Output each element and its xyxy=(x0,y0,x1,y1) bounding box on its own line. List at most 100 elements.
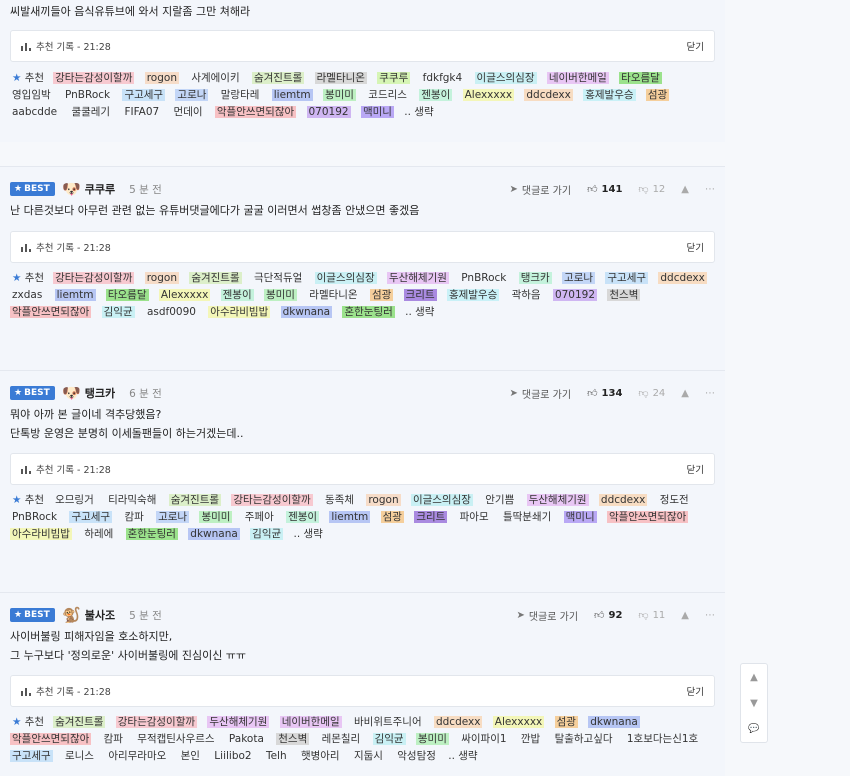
recommender-tag[interactable]: 070192 xyxy=(552,289,598,301)
recommender-tag[interactable]: 숨겨진트롤 xyxy=(168,494,222,506)
thumbs-up-icon[interactable]: 👍︎ xyxy=(587,387,597,399)
recommender-tag[interactable]: liemtm xyxy=(54,289,96,301)
recommender-tag[interactable]: 김익균 xyxy=(372,733,406,745)
recommender-tag[interactable]: ddcdexx xyxy=(658,272,707,284)
recommender-tag[interactable]: 홍제발우승 xyxy=(583,89,636,101)
recommender-tag[interactable]: 혼한눈팅러 xyxy=(125,528,178,540)
nickname[interactable]: 불사조 xyxy=(85,607,115,623)
recommender-tag[interactable]: 악플안쓰면되잖아 xyxy=(606,511,689,523)
recommender-tag[interactable]: 깐밥 xyxy=(519,733,542,745)
go-to-reply-link[interactable]: 댓글로 가기 xyxy=(522,182,571,197)
close-button[interactable]: 닫기 xyxy=(687,462,704,476)
recommender-tag[interactable]: 무적캡틴사우르스 xyxy=(135,733,216,745)
avatar[interactable]: 🐒 xyxy=(62,605,82,625)
recommender-tag[interactable]: 아리무라마오 xyxy=(106,750,168,762)
recommender-tag[interactable]: 구고세구 xyxy=(10,750,53,762)
avatar[interactable]: 🐶 xyxy=(62,179,82,199)
more-tags[interactable]: .. 생략 xyxy=(448,750,477,762)
recommender-tag[interactable]: 젠봉이 xyxy=(220,289,254,301)
recommender-tag[interactable]: 구고세구 xyxy=(69,511,113,523)
recommender-tag[interactable]: Alexxxxx xyxy=(462,89,515,101)
recommender-tag[interactable]: 악성탐정 xyxy=(395,750,438,762)
recommender-tag[interactable]: 캄파 xyxy=(122,511,145,523)
recommender-tag[interactable]: ddcdexx xyxy=(524,89,573,101)
scroll-up-icon[interactable]: ▲ xyxy=(750,672,758,683)
recommender-tag[interactable]: 본인 xyxy=(179,750,202,762)
recommender-tag[interactable]: 강타는감성이할까 xyxy=(53,72,135,84)
recommender-tag[interactable]: rogon xyxy=(144,72,179,84)
recommender-tag[interactable]: 곽하음 xyxy=(510,289,543,301)
recommender-tag[interactable]: 쿠쿠루 xyxy=(377,72,411,84)
recommender-tag[interactable]: 악플안쓰면되잖아 xyxy=(10,733,92,745)
recommender-tag[interactable]: 네이버한메일 xyxy=(279,716,342,728)
recommender-tag[interactable]: FIFA07 xyxy=(122,106,161,118)
recommender-tag[interactable]: 숨겨진트롤 xyxy=(251,72,305,84)
recommender-tag[interactable]: 악플안쓰면되잖아 xyxy=(214,106,297,118)
recommender-tag[interactable]: PnBRock xyxy=(10,511,59,523)
recommender-tag[interactable]: ddcdexx xyxy=(433,716,483,728)
recommender-tag[interactable]: 바비위트주니어 xyxy=(352,716,424,728)
recommender-tag[interactable]: 혼한눈팅러 xyxy=(342,306,395,318)
recommender-tag[interactable]: PnBRock xyxy=(459,272,508,284)
recommender-tag[interactable]: 정도전 xyxy=(658,494,691,506)
recommender-tag[interactable]: 봉미미 xyxy=(199,511,233,523)
recommender-tag[interactable]: 천스벽 xyxy=(607,289,641,301)
recommender-tag[interactable]: 강타는감성이할까 xyxy=(231,494,313,506)
recommender-tag[interactable]: 이글스의심장 xyxy=(314,272,377,284)
recommender-tag[interactable]: 탱크카 xyxy=(518,272,552,284)
recommender-tag[interactable]: Liilibo2 xyxy=(212,750,253,762)
recommender-tag[interactable]: 섬광 xyxy=(554,716,578,728)
close-button[interactable]: 닫기 xyxy=(687,684,704,698)
recommender-tag[interactable]: 지둡시 xyxy=(352,750,385,762)
more-options-icon[interactable]: ⋯ xyxy=(705,388,715,399)
recommender-tag[interactable]: 레몬칠리 xyxy=(320,733,363,745)
recommender-tag[interactable]: 라멜타니온 xyxy=(314,72,367,84)
thumbs-down-icon[interactable]: 👎︎ xyxy=(638,387,648,399)
recommender-tag[interactable]: Telh xyxy=(264,750,289,762)
recommender-tag[interactable]: 싸이파이1 xyxy=(459,733,508,745)
thumbs-down-icon[interactable]: 👎︎ xyxy=(638,609,648,621)
recommender-tag[interactable]: 탈출하고싶다 xyxy=(553,733,615,745)
recommender-tag[interactable]: PnBRock xyxy=(63,89,112,101)
recommender-tag[interactable]: 로니스 xyxy=(63,750,96,762)
recommender-tag[interactable]: 동족체 xyxy=(323,494,356,506)
recommender-tag[interactable]: 맥미니 xyxy=(563,511,597,523)
recommender-tag[interactable]: dkwnana xyxy=(188,528,240,540)
recommender-tag[interactable]: rogon xyxy=(144,272,179,284)
warning-icon[interactable]: ▲ xyxy=(681,388,689,399)
recommender-tag[interactable]: 섬광 xyxy=(380,511,404,523)
recommender-tag[interactable]: 먼데이 xyxy=(172,106,205,118)
recommender-tag[interactable]: 악플안쓰면되잖아 xyxy=(10,306,92,318)
more-tags[interactable]: .. 생략 xyxy=(405,306,434,318)
go-to-reply-link[interactable]: 댓글로 가기 xyxy=(522,386,571,401)
recommender-tag[interactable]: 섬광 xyxy=(645,89,670,101)
recommender-tag[interactable]: 070192 xyxy=(306,106,351,118)
recommender-tag[interactable]: 아수라비빔밥 xyxy=(208,306,271,318)
recommender-tag[interactable]: 하레에 xyxy=(82,528,115,540)
recommender-tag[interactable]: 강타는감성이할까 xyxy=(115,716,198,728)
recommender-tag[interactable]: 고로나 xyxy=(156,511,190,523)
recommender-tag[interactable]: Pakota xyxy=(227,733,266,745)
recommender-tag[interactable]: dkwnana xyxy=(588,716,640,728)
recommend-history-box[interactable]: 추천 기록 - 21:28 닫기 xyxy=(10,453,715,485)
thumbs-up-icon[interactable]: 👍︎ xyxy=(587,183,597,195)
comment-icon[interactable]: 💬 xyxy=(748,724,759,734)
nickname[interactable]: 쿠쿠루 xyxy=(85,181,115,197)
more-tags[interactable]: .. 생략 xyxy=(404,106,433,118)
recommender-tag[interactable]: 젠봉이 xyxy=(419,89,453,101)
recommender-tag[interactable]: fdkfgk4 xyxy=(421,72,465,84)
recommender-tag[interactable]: asdf0090 xyxy=(145,306,198,318)
recommend-history-box[interactable]: 추천 기록 - 21:28 닫기 xyxy=(10,675,715,707)
go-to-reply-link[interactable]: 댓글로 가기 xyxy=(529,608,578,623)
recommender-tag[interactable]: 김익균 xyxy=(101,306,135,318)
scroll-down-icon[interactable]: ▼ xyxy=(750,698,758,709)
recommender-tag[interactable]: 이글스의심장 xyxy=(410,494,473,506)
recommender-tag[interactable]: 구고세구 xyxy=(605,272,649,284)
recommender-tag[interactable]: 홍제발우승 xyxy=(446,289,500,301)
recommender-tag[interactable]: 숨겨진트롤 xyxy=(53,716,106,728)
recommender-tag[interactable]: 극단적듀얼 xyxy=(252,272,304,284)
recommender-tag[interactable]: dkwnana xyxy=(280,306,333,318)
warning-icon[interactable]: ▲ xyxy=(681,610,689,621)
avatar[interactable]: 🐶 xyxy=(62,383,82,403)
recommender-tag[interactable]: 크리트 xyxy=(403,289,437,301)
